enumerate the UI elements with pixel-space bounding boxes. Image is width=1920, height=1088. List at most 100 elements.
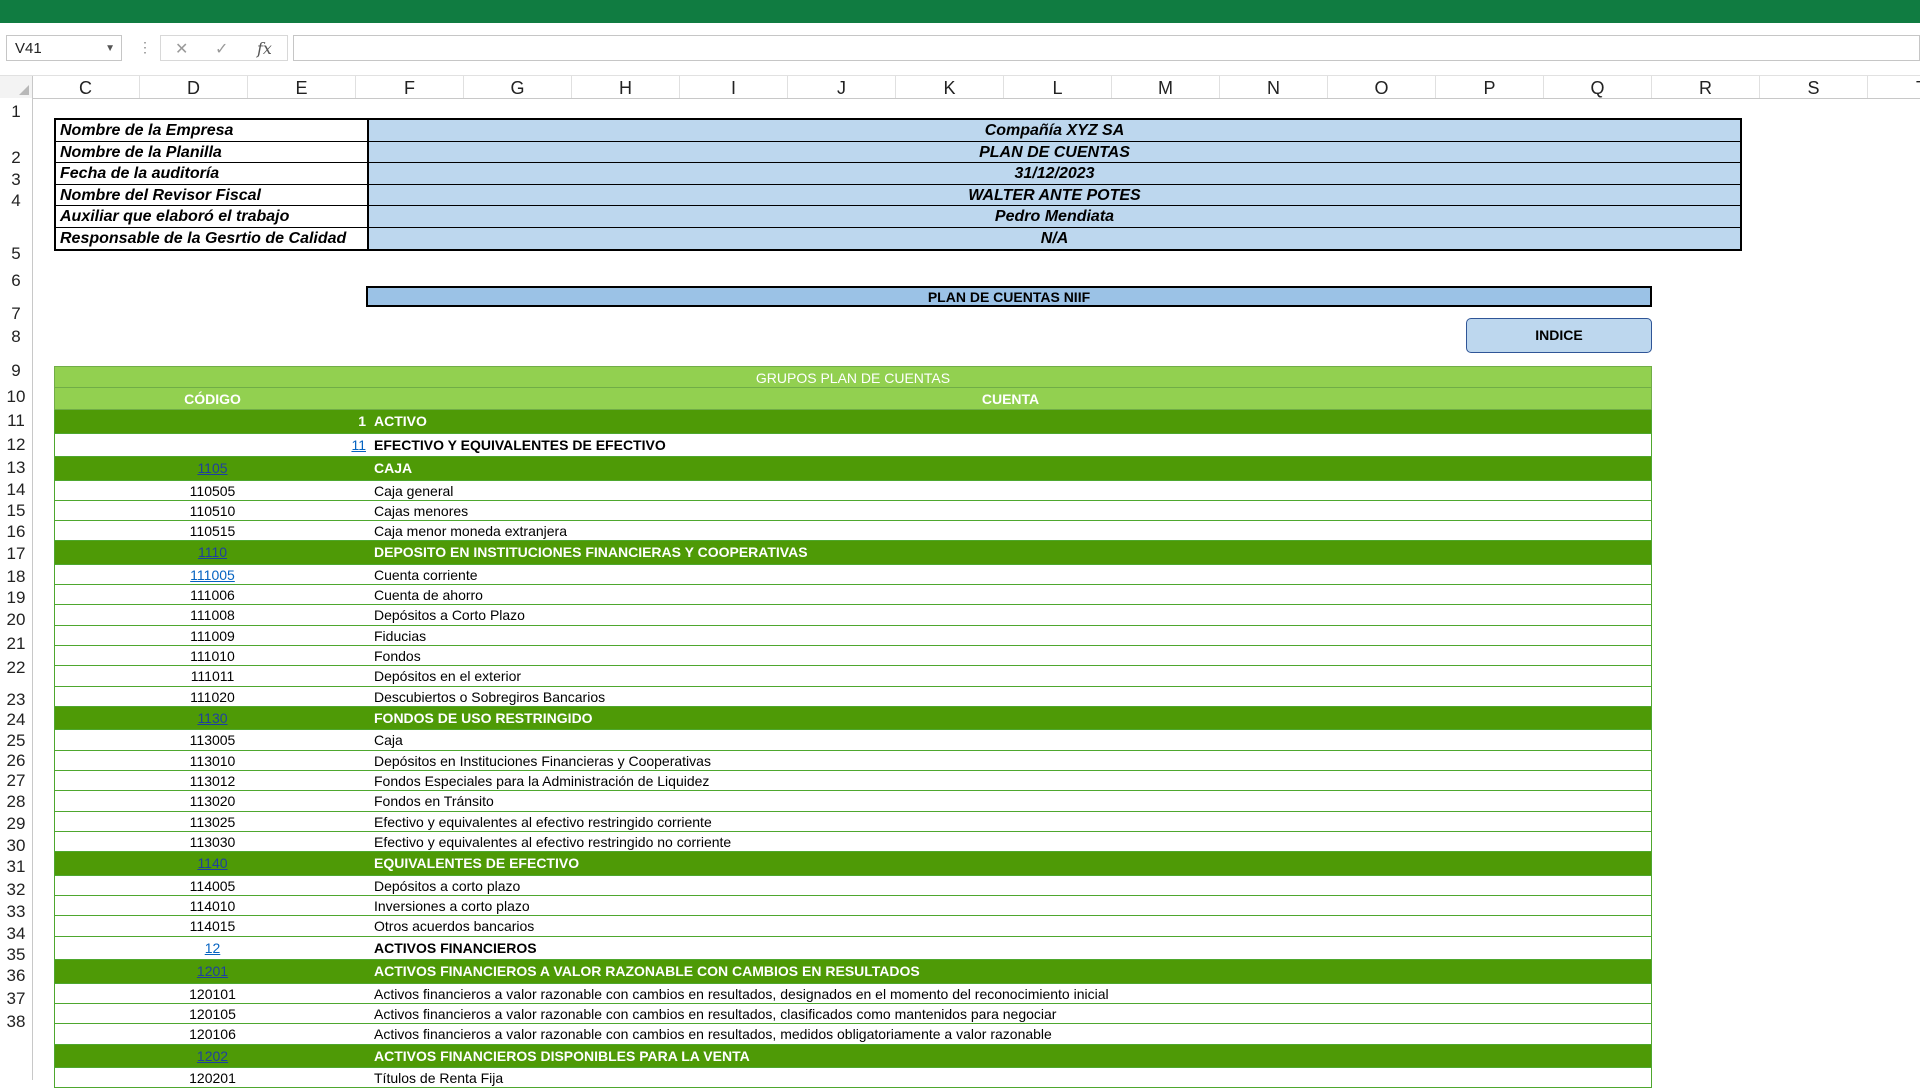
account-code: 111009 (190, 627, 235, 644)
row-header[interactable]: 23 (0, 690, 32, 710)
row-header[interactable]: 5 (0, 244, 32, 264)
account-code-link[interactable]: 1105 (197, 460, 227, 476)
info-row: Responsable de la Gesrtio de Calidad N/A (56, 227, 1740, 249)
account-code-link[interactable]: 1140 (197, 855, 227, 871)
account-code: 1130 (55, 707, 370, 730)
row-header[interactable]: 37 (0, 989, 32, 1009)
select-all-button[interactable] (0, 76, 33, 98)
row-header[interactable]: 3 (0, 170, 32, 190)
account-name: ACTIVOS FINANCIEROS (374, 939, 537, 956)
account-code-link[interactable]: 1202 (197, 1048, 228, 1064)
row-header[interactable]: 7 (0, 304, 32, 324)
row-header[interactable]: 25 (0, 731, 32, 751)
column-header[interactable]: M (1112, 76, 1220, 98)
check-icon[interactable]: ✓ (215, 39, 228, 59)
row-header[interactable]: 18 (0, 567, 32, 587)
insert-function-icon[interactable]: fx (257, 39, 272, 58)
account-code-link[interactable]: 1130 (197, 710, 227, 726)
row-header[interactable]: 16 (0, 522, 32, 542)
table-row: 111006 Cuenta de ahorro (54, 585, 1652, 606)
row-header[interactable]: 30 (0, 836, 32, 856)
row-header[interactable]: 8 (0, 327, 32, 347)
row-header[interactable]: 1 (0, 102, 32, 122)
column-header[interactable]: C (32, 76, 140, 98)
account-code-link[interactable]: 1110 (198, 544, 227, 560)
row-header[interactable]: 12 (0, 435, 32, 455)
table-row: 12 ACTIVOS FINANCIEROS (54, 936, 1652, 961)
column-header[interactable]: K (896, 76, 1004, 98)
table-row: 114015 Otros acuerdos bancarios (54, 916, 1652, 937)
row-header[interactable]: 22 (0, 658, 32, 678)
column-header[interactable]: I (680, 76, 788, 98)
account-code-link[interactable]: 111005 (190, 567, 235, 583)
column-header[interactable]: S (1760, 76, 1868, 98)
account-code: 120106 (189, 1026, 236, 1043)
column-header[interactable]: G (464, 76, 572, 98)
table-row: 111020 Descubiertos o Sobregiros Bancario… (54, 686, 1652, 707)
account-name: Otros acuerdos bancarios (374, 918, 535, 935)
column-header[interactable]: Q (1544, 76, 1652, 98)
row-header[interactable]: 2 (0, 148, 32, 168)
account-code: 111005 (55, 565, 370, 584)
row-header[interactable]: 26 (0, 751, 32, 771)
account-code-link[interactable]: 1201 (197, 963, 228, 979)
account-column-header: CUENTA (981, 391, 1040, 407)
row-header[interactable]: 15 (0, 501, 32, 521)
row-header[interactable]: 36 (0, 966, 32, 986)
formula-input[interactable] (293, 35, 1920, 61)
row-header[interactable]: 14 (0, 480, 32, 500)
row-header[interactable]: 33 (0, 902, 32, 922)
column-header[interactable]: D (140, 76, 248, 98)
info-label: Auxiliar que elaboró el trabajo (56, 206, 369, 227)
column-header[interactable]: L (1004, 76, 1112, 98)
excel-title-bar (0, 0, 1920, 23)
row-header[interactable]: 21 (0, 634, 32, 654)
account-code: 111010 (190, 648, 235, 665)
row-header[interactable]: 4 (0, 191, 32, 211)
info-row: Nombre del Revisor Fiscal WALTER ANTE POT… (56, 184, 1740, 206)
row-header[interactable]: 38 (0, 1012, 32, 1032)
column-header[interactable]: H (572, 76, 680, 98)
indice-button[interactable]: INDICE (1466, 318, 1652, 353)
column-header[interactable]: P (1436, 76, 1544, 98)
account-code: 1105 (55, 457, 370, 480)
row-header[interactable]: 32 (0, 880, 32, 900)
table-row: 113030 Efectivo y equivalentes al efectiv… (54, 831, 1652, 853)
row-header[interactable]: 20 (0, 610, 32, 630)
column-header[interactable]: J (788, 76, 896, 98)
column-header[interactable]: N (1220, 76, 1328, 98)
column-header[interactable]: F (356, 76, 464, 98)
row-header[interactable]: 35 (0, 945, 32, 965)
cancel-icon[interactable]: ✕ (175, 39, 188, 59)
name-box[interactable]: V41 ▼ (6, 35, 122, 61)
column-header[interactable]: O (1328, 76, 1436, 98)
row-header[interactable]: 19 (0, 588, 32, 608)
row-header[interactable]: 31 (0, 857, 32, 877)
column-header[interactable]: R (1652, 76, 1760, 98)
row-header[interactable]: 13 (0, 458, 32, 478)
account-name: Fiducias (374, 627, 427, 644)
account-name: Fondos Especiales para la Administración… (374, 773, 710, 790)
account-code-link[interactable]: 11 (351, 437, 366, 453)
account-code: 114005 (189, 877, 236, 894)
row-header[interactable]: 27 (0, 771, 32, 791)
table-row: 111009 Fiducias (54, 625, 1652, 647)
row-header[interactable]: 34 (0, 924, 32, 944)
row-header[interactable]: 29 (0, 814, 32, 834)
table-row: 1201 ACTIVOS FINANCIEROS A VALOR RAZONABL… (54, 960, 1652, 984)
account-name: Depósitos en el exterior (374, 668, 522, 685)
column-header[interactable]: E (248, 76, 356, 98)
row-header[interactable]: 10 (0, 387, 32, 407)
row-header[interactable]: 6 (0, 271, 32, 291)
row-header[interactable]: 9 (0, 361, 32, 381)
more-options-icon[interactable]: ⋮ (138, 39, 152, 56)
column-header[interactable]: T (1868, 76, 1920, 98)
row-header[interactable]: 11 (0, 411, 32, 431)
account-code-link[interactable]: 12 (205, 940, 221, 956)
account-name: Depósitos a corto plazo (374, 877, 521, 894)
row-header[interactable]: 17 (0, 544, 32, 564)
row-header[interactable]: 28 (0, 792, 32, 812)
row-header[interactable]: 24 (0, 710, 32, 730)
plan-banner: PLAN DE CUENTAS NIIF (366, 286, 1652, 307)
chevron-down-icon[interactable]: ▼ (105, 36, 115, 62)
